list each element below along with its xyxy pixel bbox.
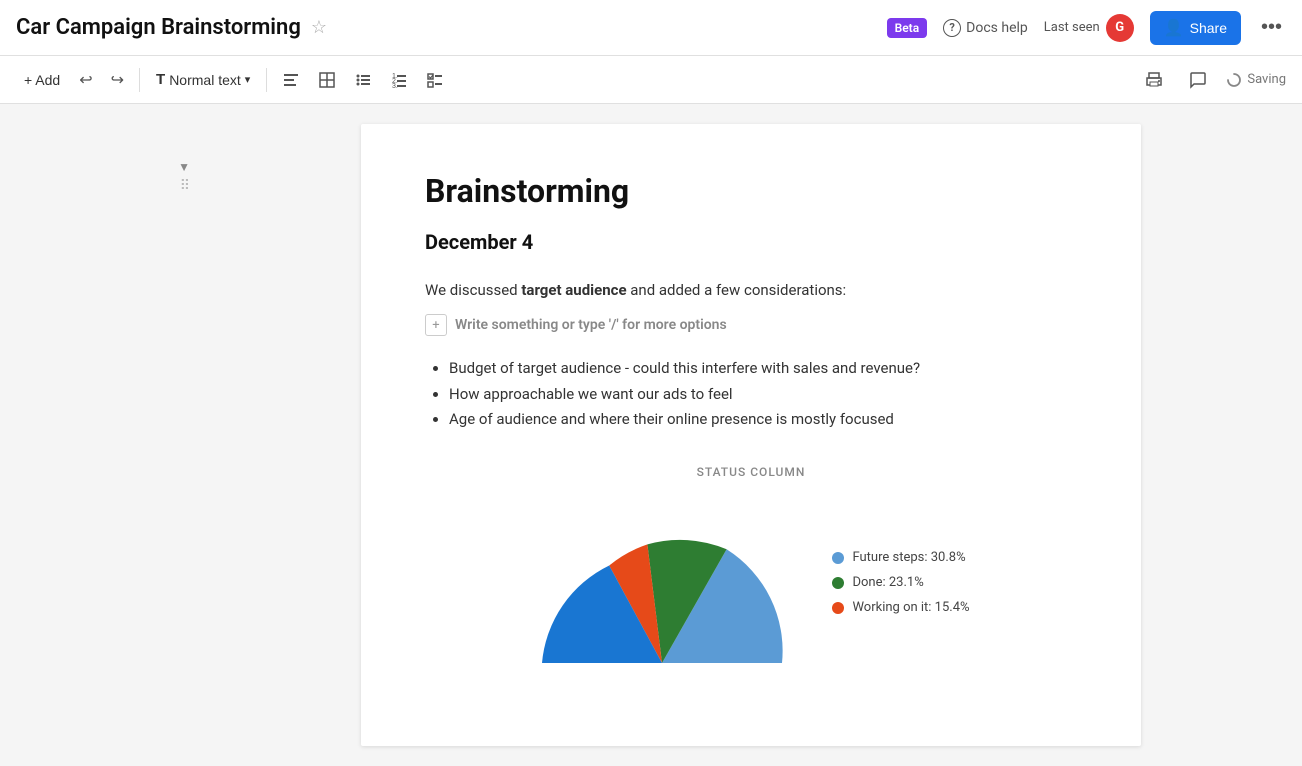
list-item: How approachable we want our ads to feel	[449, 382, 1077, 408]
paragraph-prefix: We discussed	[425, 281, 521, 299]
comment-icon	[1189, 71, 1207, 89]
pie-chart	[532, 503, 792, 663]
docs-help-button[interactable]: ? Docs help	[943, 19, 1028, 37]
bullet-list-icon	[354, 71, 372, 89]
table-button[interactable]	[311, 66, 343, 94]
toolbar-right: Saving	[1138, 66, 1286, 94]
placeholder-suffix: type '/' for more options	[575, 317, 727, 333]
last-seen-indicator: Last seen G	[1044, 14, 1134, 42]
legend-dot-done	[832, 577, 844, 589]
legend-item-working: Working on it: 15.4%	[832, 600, 969, 615]
text-format-dropdown[interactable]: T Normal text ▾	[148, 67, 258, 92]
toolbar-left: + Add ↩ ↪ T Normal text ▾	[16, 65, 451, 95]
beta-badge: Beta	[887, 18, 928, 38]
checklist-button[interactable]	[419, 66, 451, 94]
toolbar-divider2	[266, 68, 267, 92]
numbered-list-button[interactable]: 1. 2. 3.	[383, 66, 415, 94]
chart-legend: Future steps: 30.8% Done: 23.1% Working …	[832, 550, 969, 615]
legend-item-done: Done: 23.1%	[832, 575, 969, 590]
table-icon	[318, 71, 336, 89]
doc-heading: Brainstorming	[425, 172, 1077, 210]
main-area: ▼ ⠿ Brainstorming December 4 We discusse…	[0, 104, 1302, 766]
placeholder-text: Write something or type '/' for more opt…	[455, 317, 727, 333]
paragraph-suffix: and added a few considerations:	[627, 281, 847, 299]
doc-page: Brainstorming December 4 We discussed ta…	[361, 124, 1141, 746]
placeholder-write: Write something	[455, 317, 562, 333]
redo-icon: ↪	[111, 70, 124, 90]
star-icon[interactable]: ☆	[311, 17, 327, 38]
left-strip: ▼ ⠿	[0, 104, 200, 766]
list-item: Budget of target audience - could this i…	[449, 356, 1077, 382]
help-icon: ?	[943, 19, 961, 37]
last-seen-label: Last seen	[1044, 20, 1100, 35]
saving-label: Saving	[1247, 72, 1286, 87]
drag-handle-icon[interactable]: ⠿	[180, 178, 190, 194]
undo-button[interactable]: ↩	[72, 65, 99, 95]
bullet-list: Budget of target audience - could this i…	[425, 356, 1077, 433]
avatar: G	[1106, 14, 1134, 42]
chart-section: STATUS COLUMN	[425, 465, 1077, 663]
top-bar-left: Car Campaign Brainstorming ☆	[16, 15, 327, 40]
add-button[interactable]: + Add	[16, 68, 68, 92]
align-icon	[282, 71, 300, 89]
print-button[interactable]	[1138, 66, 1170, 94]
write-placeholder[interactable]: + Write something or type '/' for more o…	[425, 314, 1077, 336]
chart-container: Future steps: 30.8% Done: 23.1% Working …	[532, 503, 969, 663]
docs-help-label: Docs help	[966, 20, 1028, 36]
comment-button[interactable]	[1182, 66, 1214, 94]
text-format-label: Normal text	[169, 72, 241, 88]
redo-button[interactable]: ↪	[104, 65, 131, 95]
doc-title: Car Campaign Brainstorming	[16, 15, 301, 40]
placeholder-or: or	[562, 317, 575, 333]
toolbar: + Add ↩ ↪ T Normal text ▾	[0, 56, 1302, 104]
list-item: Age of audience and where their online p…	[449, 407, 1077, 433]
share-label: Share	[1190, 20, 1227, 36]
saving-icon	[1226, 72, 1242, 88]
top-bar: Car Campaign Brainstorming ☆ Beta ? Docs…	[0, 0, 1302, 56]
undo-icon: ↩	[79, 70, 92, 90]
doc-subheading: December 4	[425, 230, 1077, 254]
share-button[interactable]: 👤 Share	[1150, 11, 1241, 45]
top-bar-right: Beta ? Docs help Last seen G 👤 Share •••	[887, 11, 1286, 45]
bullet-list-button[interactable]	[347, 66, 379, 94]
legend-dot-future	[832, 552, 844, 564]
legend-dot-working	[832, 602, 844, 614]
plus-icon[interactable]: +	[425, 314, 447, 336]
numbered-list-icon: 1. 2. 3.	[390, 71, 408, 89]
legend-label-working: Working on it: 15.4%	[852, 600, 969, 615]
toolbar-divider	[139, 68, 140, 92]
print-icon	[1145, 71, 1163, 89]
legend-label-future: Future steps: 30.8%	[852, 550, 965, 565]
legend-item-future: Future steps: 30.8%	[832, 550, 969, 565]
text-icon: T	[156, 71, 165, 88]
checklist-icon	[426, 71, 444, 89]
collapse-arrow-icon[interactable]: ▼	[178, 160, 190, 174]
paragraph-bold: target audience	[521, 281, 626, 299]
chart-label: STATUS COLUMN	[697, 465, 806, 479]
chevron-down-icon: ▾	[245, 73, 251, 86]
align-button[interactable]	[275, 66, 307, 94]
doc-paragraph: We discussed target audience and added a…	[425, 278, 1077, 302]
saving-status: Saving	[1226, 72, 1286, 88]
more-options-button[interactable]: •••	[1257, 12, 1286, 43]
share-icon: 👤	[1164, 18, 1184, 38]
legend-label-done: Done: 23.1%	[852, 575, 923, 590]
